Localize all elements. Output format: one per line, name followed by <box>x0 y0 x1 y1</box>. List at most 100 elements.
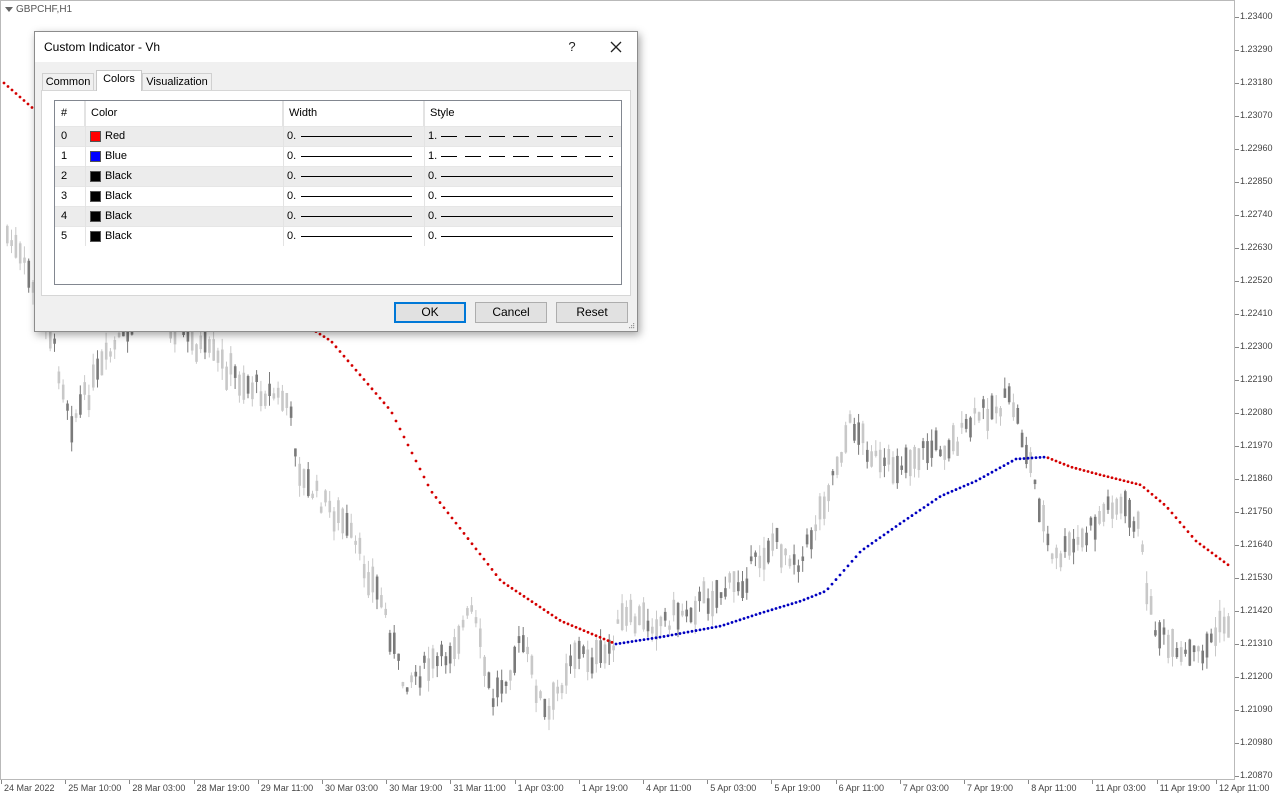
price-axis[interactable]: 1.23400 1.23290 1.23180 1.23070 1.22960 1.228… <box>1235 0 1280 780</box>
candle-body <box>354 540 357 545</box>
color-name[interactable]: Red <box>105 127 125 146</box>
reset-button[interactable]: Reset <box>556 302 628 323</box>
candle-body <box>522 635 525 652</box>
candle-body <box>728 573 731 583</box>
time-tick-mark <box>257 780 259 784</box>
indicator-dot-up <box>950 489 954 493</box>
column-header-index[interactable]: # <box>55 101 85 126</box>
color-name[interactable]: Black <box>105 187 132 206</box>
color-swatch[interactable] <box>90 231 101 242</box>
tab-visualization[interactable]: Visualization <box>142 73 212 90</box>
indicator-dot-up <box>938 495 942 499</box>
price-tick-mark <box>1235 215 1239 216</box>
indicator-dot-up <box>790 602 794 606</box>
style-value[interactable]: 0. <box>428 227 437 246</box>
indicator-dot-down <box>398 427 402 431</box>
style-value[interactable]: 0. <box>428 167 437 186</box>
indicator-dot-up <box>934 497 938 501</box>
color-swatch[interactable] <box>90 191 101 202</box>
grid-row[interactable]: 1 Blue 0. 1. <box>55 146 621 166</box>
symbol-label[interactable]: GBPCHF,H1 <box>5 4 72 15</box>
price-tick-label: 1.20870 <box>1240 770 1273 780</box>
candle-body <box>1102 503 1106 522</box>
column-header-style[interactable]: Style <box>424 101 621 126</box>
price-tick-label: 1.21420 <box>1240 605 1273 615</box>
indicator-dot-up <box>998 466 1002 470</box>
tab-common[interactable]: Common <box>42 73 94 90</box>
color-name[interactable]: Black <box>105 167 132 186</box>
grid-row[interactable]: 2 Black 0. 0. <box>55 166 621 186</box>
indicator-dot-down <box>1210 551 1214 555</box>
candle-body <box>517 636 521 643</box>
indicator-dot-down <box>602 637 606 641</box>
close-button[interactable] <box>595 32 637 62</box>
candle-body <box>285 392 289 408</box>
candle-body <box>835 456 839 475</box>
cancel-button[interactable]: Cancel <box>475 302 547 323</box>
candle-body <box>947 440 951 459</box>
candle-body <box>724 588 727 597</box>
style-value[interactable]: 0. <box>428 207 437 226</box>
width-sample-line <box>301 216 412 217</box>
width-value[interactable]: 0. <box>287 147 296 166</box>
row-index: 2 <box>61 170 68 182</box>
color-swatch[interactable] <box>90 151 101 162</box>
indicator-dot-down <box>358 373 362 377</box>
candle-body <box>973 408 977 414</box>
candle-body <box>238 374 241 396</box>
indicator-dot-down <box>558 618 562 622</box>
indicator-dot-up <box>854 555 858 559</box>
candle-body <box>1055 547 1058 559</box>
tab-colors[interactable]: Colors <box>96 70 142 91</box>
column-header-width[interactable]: Width <box>283 101 424 126</box>
grid-row[interactable]: 3 Black 0. 0. <box>55 186 621 206</box>
column-header-color[interactable]: Color <box>85 101 283 126</box>
width-value[interactable]: 0. <box>287 227 296 246</box>
indicator-dot-up <box>762 610 766 614</box>
indicator-dot-down <box>1178 520 1182 524</box>
help-button[interactable]: ? <box>565 37 579 57</box>
width-value[interactable]: 0. <box>287 167 296 186</box>
ok-button[interactable]: OK <box>394 302 466 323</box>
price-tick-mark <box>1235 314 1239 315</box>
width-value[interactable]: 0. <box>287 207 296 226</box>
candle-body <box>711 590 714 617</box>
indicator-dot-down <box>538 605 542 609</box>
style-value[interactable]: 1. <box>428 147 437 166</box>
resize-grip-icon[interactable] <box>627 321 635 329</box>
indicator-dot-up <box>886 530 890 534</box>
indicator-dot-down <box>518 592 522 596</box>
candle-body <box>642 602 645 630</box>
grid-row[interactable]: 5 Black 0. 0. <box>55 226 621 246</box>
width-value[interactable]: 0. <box>287 187 296 206</box>
candle-body <box>526 646 529 655</box>
color-name[interactable]: Black <box>105 227 132 246</box>
indicator-dot-up <box>894 525 898 528</box>
time-axis[interactable]: 24 Mar 2022 25 Mar 10:00 28 Mar 03:00 28 Ma… <box>0 780 1269 800</box>
price-tick-label: 1.22630 <box>1240 242 1273 252</box>
indicator-dot-up <box>662 635 666 638</box>
candle-body <box>539 691 542 699</box>
grid-row[interactable]: 0 Red 0. 1. <box>55 126 621 146</box>
candle-body <box>1033 479 1037 485</box>
candle-body <box>448 646 452 664</box>
color-swatch[interactable] <box>90 131 101 142</box>
candle-body <box>560 685 564 694</box>
indicator-dot-down <box>494 573 498 576</box>
color-name[interactable]: Black <box>105 207 132 226</box>
grid-row[interactable]: 4 Black 0. 0. <box>55 206 621 226</box>
candle-body <box>1012 402 1015 418</box>
candle-body <box>754 552 757 557</box>
color-name[interactable]: Blue <box>105 147 127 166</box>
color-swatch[interactable] <box>90 211 101 222</box>
style-value[interactable]: 1. <box>428 127 437 146</box>
indicator-dot-down <box>410 451 414 455</box>
dialog-titlebar[interactable]: Custom Indicator - Vh ? <box>35 32 637 62</box>
style-value[interactable]: 0. <box>428 187 437 206</box>
candle-body <box>603 644 607 664</box>
time-tick-mark <box>450 780 452 784</box>
candle-body <box>844 425 848 453</box>
indicator-dot-up <box>954 488 958 491</box>
color-swatch[interactable] <box>90 171 101 182</box>
width-value[interactable]: 0. <box>287 127 296 146</box>
